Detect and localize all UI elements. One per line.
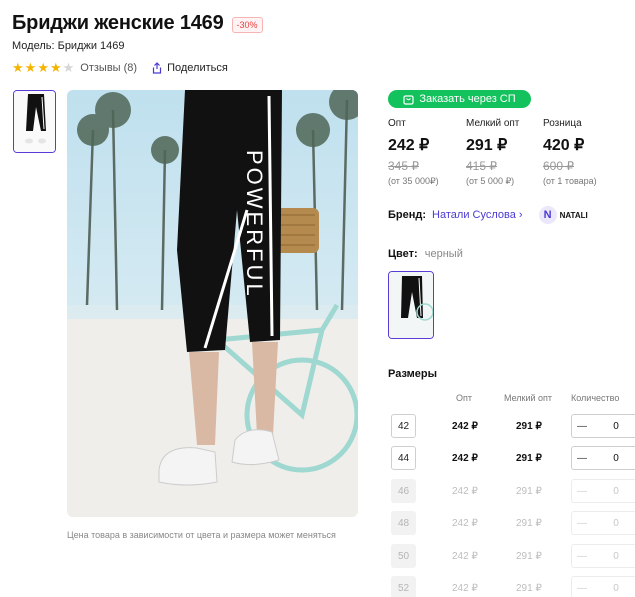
minus-icon: —	[577, 485, 587, 497]
print-text: POWERFUL	[242, 150, 267, 299]
photo-caption: Цена товара в зависимости от цвета и раз…	[67, 530, 336, 540]
quantity-value: 0	[613, 582, 619, 594]
brand-logo-icon: N	[538, 206, 557, 224]
price-minimum: (от 5 000 ₽)	[466, 176, 515, 186]
chevron-right-icon: ›	[518, 209, 523, 221]
price-label: Розница	[543, 118, 582, 129]
share-icon	[152, 61, 162, 74]
size-row: 44 242 ₽ 291 ₽ — 0	[388, 446, 635, 472]
size-price-opt: 242 ₽	[452, 453, 478, 464]
size-price-small: 291 ₽	[516, 583, 542, 594]
product-photo[interactable]: POWERFUL	[67, 90, 358, 517]
rating-stars: ★ ★ ★ ★ ★	[12, 61, 74, 74]
color-swatch-black[interactable]	[388, 271, 434, 339]
price-current: 291 ₽	[466, 137, 508, 154]
star-icon: ★	[49, 60, 62, 75]
order-button[interactable]: Заказать через СП	[388, 90, 531, 108]
brand-label: Бренд:	[388, 209, 427, 221]
size-price-opt: 242 ₽	[452, 518, 478, 529]
gallery-thumbnail[interactable]	[13, 90, 56, 153]
size-label: 44	[391, 446, 416, 470]
star-icon: ★	[12, 60, 24, 75]
minus-icon: —	[577, 517, 587, 529]
quantity-stepper[interactable]: — 0	[571, 414, 635, 438]
size-price-opt: 242 ₽	[452, 551, 478, 562]
brand-row: Бренд: Натали Суслова › N NATALI	[388, 206, 588, 224]
minus-icon: —	[577, 582, 587, 594]
quantity-value: 0	[613, 550, 619, 562]
price-wholesale: Опт 242 ₽ 345 ₽ (от 35 000₽)	[388, 118, 439, 187]
price-label: Опт	[388, 118, 406, 129]
minus-icon[interactable]: —	[572, 421, 592, 432]
price-small-wholesale: Мелкий опт 291 ₽ 415 ₽ (от 5 000 ₽)	[466, 118, 519, 187]
star-empty-icon: ★	[62, 60, 75, 75]
color-value: черный	[424, 248, 463, 260]
star-icon: ★	[37, 60, 49, 75]
size-price-small: 291 ₽	[516, 518, 542, 529]
price-minimum: (от 1 товара)	[543, 176, 597, 186]
price-retail: Розница 420 ₽ 600 ₽ (от 1 товара)	[543, 118, 597, 186]
price-label: Мелкий опт	[466, 118, 520, 129]
price-current: 242 ₽	[388, 137, 430, 154]
thumbnail-image	[14, 91, 55, 152]
size-price-opt: 242 ₽	[452, 421, 478, 432]
share-button[interactable]: Поделиться	[151, 62, 228, 74]
price-old: 600 ₽	[543, 159, 574, 173]
brand-name: Натали Суслова	[432, 209, 516, 221]
size-row: 52 242 ₽ 291 ₽ — 0	[388, 576, 635, 597]
product-image: POWERFUL	[67, 90, 358, 517]
quantity-value: 0	[613, 517, 619, 529]
sizes-title: Размеры	[388, 368, 438, 380]
size-price-small: 291 ₽	[516, 486, 542, 497]
price-current: 420 ₽	[543, 137, 585, 154]
column-header-qty: Количество	[571, 393, 620, 403]
minus-icon[interactable]: —	[572, 453, 592, 464]
color-row: Цвет: черный	[388, 248, 463, 260]
size-price-small: 291 ₽	[516, 453, 542, 464]
size-row: 50 242 ₽ 291 ₽ — 0	[388, 544, 635, 570]
quantity-stepper: — 0	[571, 511, 635, 535]
quantity-value[interactable]: 0	[592, 453, 635, 464]
size-label: 46	[391, 479, 416, 503]
order-button-label: Заказать через СП	[419, 93, 516, 105]
quantity-stepper: — 0	[571, 479, 635, 503]
price-old: 345 ₽	[388, 159, 419, 173]
discount-badge: -30%	[231, 17, 263, 33]
quantity-stepper: — 0	[571, 544, 635, 568]
size-label: 50	[391, 544, 416, 568]
minus-icon: —	[577, 550, 587, 562]
size-price-small: 291 ₽	[516, 421, 542, 432]
price-minimum: (от 35 000₽)	[388, 176, 439, 186]
size-price-opt: 242 ₽	[452, 486, 478, 497]
size-price-small: 291 ₽	[516, 551, 542, 562]
quantity-stepper: — 0	[571, 576, 635, 597]
swatch-image	[389, 272, 433, 338]
cart-icon	[403, 94, 414, 105]
product-model: Модель: Бриджи 1469	[12, 40, 125, 52]
page-title: Бриджи женские 1469	[12, 12, 224, 34]
column-header-opt: Опт	[456, 393, 472, 403]
column-header-small: Мелкий опт	[504, 393, 553, 403]
size-label: 52	[391, 576, 416, 597]
size-row: 42 242 ₽ 291 ₽ — 0	[388, 414, 635, 440]
brand-logo-text: NATALI	[559, 210, 588, 220]
meta-row: ★ ★ ★ ★ ★ Отзывы (8) Поделиться	[12, 61, 228, 74]
star-icon: ★	[24, 60, 37, 75]
reviews-link[interactable]: Отзывы (8)	[80, 62, 137, 74]
brand-logo[interactable]: N NATALI	[538, 206, 588, 224]
quantity-value: 0	[613, 485, 619, 497]
size-row: 46 242 ₽ 291 ₽ — 0	[388, 479, 635, 505]
title-row: Бриджи женские 1469 -30%	[12, 12, 263, 35]
share-label: Поделиться	[167, 61, 228, 74]
size-row: 48 242 ₽ 291 ₽ — 0	[388, 511, 635, 537]
size-label: 42	[391, 414, 416, 438]
quantity-stepper[interactable]: — 0	[571, 446, 635, 470]
brand-link[interactable]: Натали Суслова ›	[432, 209, 523, 221]
quantity-value[interactable]: 0	[592, 421, 635, 432]
color-label: Цвет:	[388, 248, 418, 260]
size-price-opt: 242 ₽	[452, 583, 478, 594]
size-label: 48	[391, 511, 416, 535]
price-old: 415 ₽	[466, 159, 497, 173]
